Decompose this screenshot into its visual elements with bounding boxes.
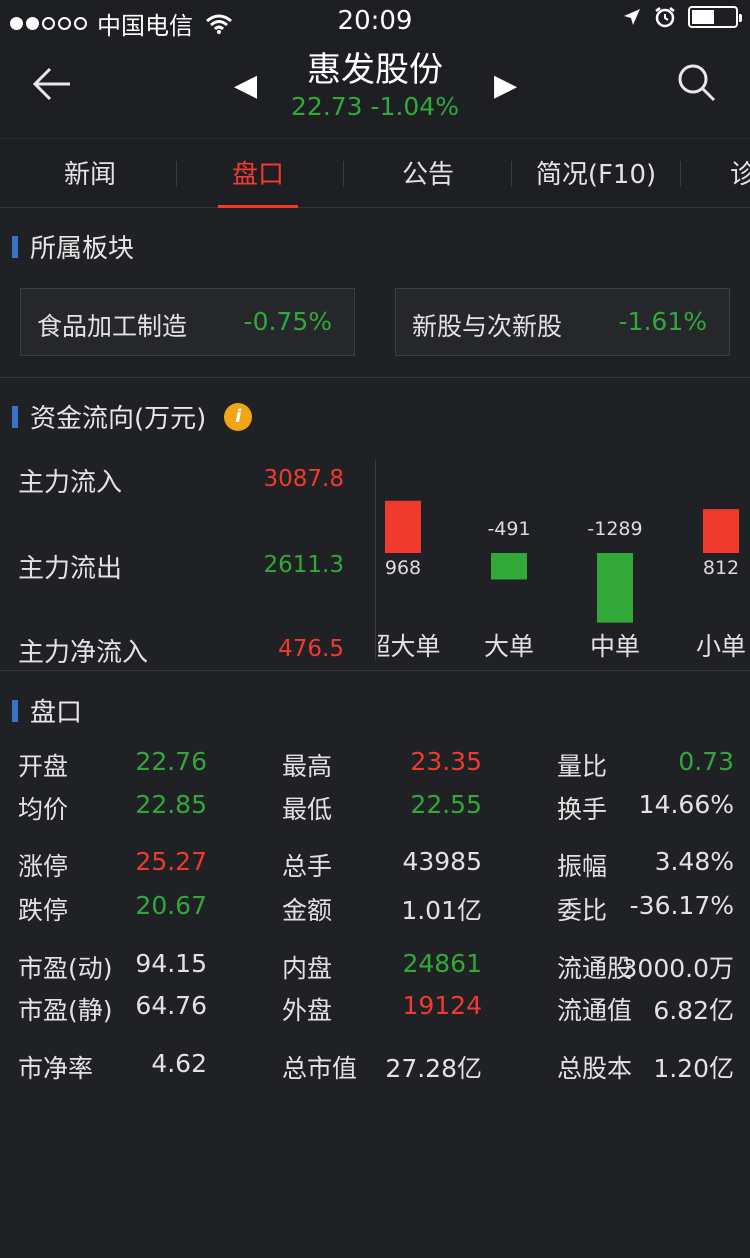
category-label: 中单 [590,632,640,661]
flow-label: 主力流入 [18,468,123,498]
fund-flow-chart: 968 超大单 -491 大单 -1289 中单 812 小单 [378,500,746,661]
quote-label: 总股本 [557,1054,633,1083]
quote-label: 委比 [557,896,608,925]
search-icon[interactable] [676,62,716,102]
quote-value: 0.73 [678,747,734,776]
quote-label: 换手 [557,795,608,824]
bar-data-label: -491 [487,518,530,540]
sector-change: -0.75% [243,307,332,336]
tab-news[interactable]: 新闻 [20,139,160,208]
quote-value: 22.55 [410,790,482,819]
bar-data-label: 968 [385,557,421,579]
sector-change: -1.61% [618,307,707,336]
quote-label: 振幅 [557,852,608,881]
tab-diagnosis[interactable]: 诊 [730,139,750,208]
flow-label: 主力净流入 [18,638,149,668]
category-label: 小单 [696,632,746,661]
flow-label: 主力流出 [18,554,123,584]
section-title: 资金流向(万元) [30,404,207,434]
quote-label: 量比 [557,752,608,781]
quote-value: 6.82亿 [653,996,734,1025]
quote-value: 20.67 [135,891,207,920]
quote-label: 最低 [282,795,333,824]
quote-value: 19124 [402,991,482,1020]
quote-label: 金额 [282,896,333,925]
quote-value: 3000.0万 [621,954,734,983]
section-title: 所属板块 [30,234,135,264]
section-sectors-header: 所属板块 [12,228,134,265]
quote-value: 43985 [402,847,482,876]
quote-value: 64.76 [135,991,207,1020]
quote-value: 27.28亿 [385,1054,482,1083]
quote-label: 开盘 [18,752,69,781]
category-label: 超大单 [378,632,441,661]
info-icon[interactable]: i [224,402,253,431]
quote-value: 24861 [402,949,482,978]
quote-label: 涨停 [18,852,69,881]
quote-label: 外盘 [282,996,333,1025]
battery-icon [688,6,742,28]
tab-profile-f10[interactable]: 简况(F10) [524,139,668,208]
tab-bar: 新闻 盘口 公告 简况(F10) 诊 [0,138,750,208]
quote-label: 均价 [18,795,69,824]
quote-value: 25.27 [135,847,207,876]
quote-value: 3.48% [654,847,734,876]
quote-label: 市净率 [18,1054,94,1083]
bar-data-label: -1289 [587,518,642,540]
quote-value: 1.20亿 [653,1054,734,1083]
quote-value: 1.01亿 [401,896,482,925]
quote-label: 市盈(动) [18,954,113,983]
bar-data-label: 812 [703,557,739,579]
sector-card[interactable]: 新股与次新股 -1.61% [395,288,730,356]
quote-value: 22.85 [135,790,207,819]
flow-value: 2611.3 [263,552,344,578]
nav-bar: ◀ 惠发股份 22.73 -1.04% ▶ [0,40,750,138]
flow-bar-超大单 [385,500,421,553]
quote-value: -36.17% [629,891,734,920]
quote-value: 4.62 [151,1049,207,1078]
quote-label: 总手 [282,852,333,881]
tab-announcement[interactable]: 公告 [358,139,498,208]
flow-bar-小单 [703,509,739,553]
divider [375,460,376,660]
tab-quote[interactable]: 盘口 [218,139,298,208]
quote-value: 22.76 [135,747,207,776]
quote-value: 14.66% [638,790,734,819]
sector-name: 新股与次新股 [412,312,563,341]
status-right [622,6,742,28]
sector-name: 食品加工制造 [37,312,188,341]
status-bar: 中国电信 20:09 [0,0,750,40]
sector-card[interactable]: 食品加工制造 -0.75% [20,288,355,356]
quote-label: 内盘 [282,954,333,983]
location-icon [624,9,640,25]
flow-bar-大单 [491,553,527,580]
flow-bar-中单 [597,553,633,623]
section-title: 盘口 [30,698,83,728]
quote-label: 最高 [282,752,333,781]
alarm-icon [655,7,675,28]
section-fundflow-header: 资金流向(万元) i [12,398,253,435]
quote-value: 94.15 [135,949,207,978]
quote-value: 23.35 [410,747,482,776]
quote-label: 市盈(静) [18,996,113,1025]
quote-label: 总市值 [282,1054,358,1083]
flow-value: 3087.8 [263,466,344,492]
quote-label: 流通值 [557,996,633,1025]
stock-title: 惠发股份 [307,50,443,90]
flow-value: 476.5 [278,636,344,662]
section-quote-header: 盘口 [12,692,82,729]
quote-label: 跌停 [18,896,69,925]
category-label: 大单 [484,632,534,661]
next-stock-icon[interactable]: ▶ [494,68,517,103]
price-change: 22.73 -1.04% [291,92,459,121]
